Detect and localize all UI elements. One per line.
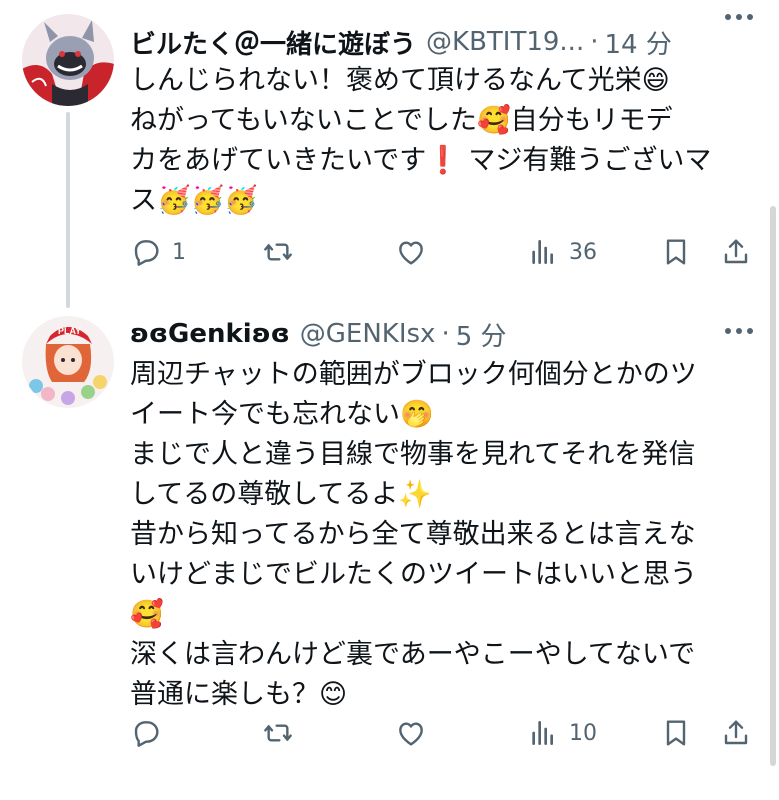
display-name[interactable]: ʚɞGenkiʚɞ <box>130 319 290 349</box>
tweet-text: 周辺チャットの範囲がブロック何個分とかのツ イート今でも忘れない🤭 まじで人と違… <box>130 355 745 715</box>
reply-icon <box>130 717 162 749</box>
tweet-thread-screen: ビルたく＠一緒に遊ぼう @KBTIT19... · 14 分 しんじられない！褒… <box>0 0 779 800</box>
retweet-button[interactable] <box>262 713 304 753</box>
share-icon <box>720 717 752 749</box>
tweet-text: しんじられない！褒めて頂けるなんて光栄😄 ねがってもいないことでした🥰自分もリモ… <box>130 61 745 221</box>
tweet-text-line: カをあげていきたいです❗ マジ有難うございマ <box>130 145 712 176</box>
retweet-icon <box>262 236 294 268</box>
more-options-icon[interactable] <box>725 14 753 20</box>
scrollbar[interactable] <box>770 206 776 766</box>
tweet-text-line: 昔から知ってるから全て尊敬出来るとは言えな <box>130 519 696 550</box>
retweet-icon <box>262 717 294 749</box>
share-icon <box>720 236 752 268</box>
avatar-image: PLAY <box>22 316 114 408</box>
avatar[interactable]: PLAY <box>22 316 114 408</box>
tweet-header: ʚɞGenkiʚɞ @GENKIsx · 5 分 <box>130 314 759 354</box>
user-handle[interactable]: @GENKIsx <box>300 319 436 349</box>
reply-button[interactable] <box>130 713 172 753</box>
separator-dot: · <box>441 319 450 349</box>
tweet-text-line: 周辺チャットの範囲がブロック何個分とかのツ <box>130 359 697 390</box>
share-button[interactable] <box>720 713 752 753</box>
tweet-text-line: してるの尊敬してるよ✨ <box>130 479 432 510</box>
reply-icon <box>130 236 162 268</box>
tweet-card[interactable]: ビルたく＠一緒に遊ぼう @KBTIT19... · 14 分 しんじられない！褒… <box>0 0 779 308</box>
bookmark-icon <box>660 236 692 268</box>
svg-text:PLAY: PLAY <box>58 326 81 336</box>
tweet-card[interactable]: PLAY ʚɞGenkiʚɞ @GENKIsx · 5 分 周辺チャットの範囲が… <box>0 300 779 800</box>
bookmark-button[interactable] <box>660 232 692 272</box>
tweet-text-line: ねがってもいないことでした🥰自分もリモデ <box>130 105 673 136</box>
timestamp[interactable]: 14 分 <box>604 24 671 61</box>
avatar[interactable] <box>22 14 114 106</box>
tweet-actions: 1 36 <box>130 232 759 272</box>
thread-connector-line <box>66 112 70 308</box>
tweet-text-line: いけどまじでビルたくのツイートはいいと思う <box>130 559 697 590</box>
views-icon <box>527 236 559 268</box>
more-options-icon[interactable] <box>725 328 753 334</box>
retweet-button[interactable] <box>262 232 304 272</box>
like-button[interactable] <box>395 713 437 753</box>
tweet-text-line: まじで人と違う目線で物事を見れてそれを発信 <box>130 439 696 470</box>
tweet-header: ビルたく＠一緒に遊ぼう @KBTIT19... · 14 分 <box>130 22 759 62</box>
view-count: 10 <box>569 720 597 746</box>
user-handle[interactable]: @KBTIT19... <box>426 27 584 57</box>
bookmark-button[interactable] <box>660 713 692 753</box>
reply-count: 1 <box>172 239 186 265</box>
tweet-text-line: 普通に楽しも？😊 <box>130 679 348 710</box>
bookmark-icon <box>660 717 692 749</box>
display-name[interactable]: ビルたく＠一緒に遊ぼう <box>130 24 416 61</box>
views-button[interactable]: 10 <box>527 713 597 753</box>
tweet-text-line: 深くは言わんけど裏であーやこーやしてないで <box>130 639 696 670</box>
like-icon <box>395 236 427 268</box>
tweet-text-line: 🥰 <box>130 599 164 630</box>
views-icon <box>527 717 559 749</box>
tweet-actions: 10 <box>130 713 759 753</box>
separator-dot: · <box>590 27 599 57</box>
view-count: 36 <box>569 239 597 265</box>
like-icon <box>395 717 427 749</box>
tweet-text-line: ス🥳🥳🥳 <box>130 185 258 216</box>
views-button[interactable]: 36 <box>527 232 597 272</box>
tweet-text-line: しんじられない！褒めて頂けるなんて光栄😄 <box>130 65 670 96</box>
timestamp[interactable]: 5 分 <box>456 316 507 353</box>
reply-button[interactable]: 1 <box>130 232 186 272</box>
avatar-image <box>22 14 114 106</box>
tweet-text-line: イート今でも忘れない🤭 <box>130 399 434 430</box>
share-button[interactable] <box>720 232 752 272</box>
like-button[interactable] <box>395 232 437 272</box>
